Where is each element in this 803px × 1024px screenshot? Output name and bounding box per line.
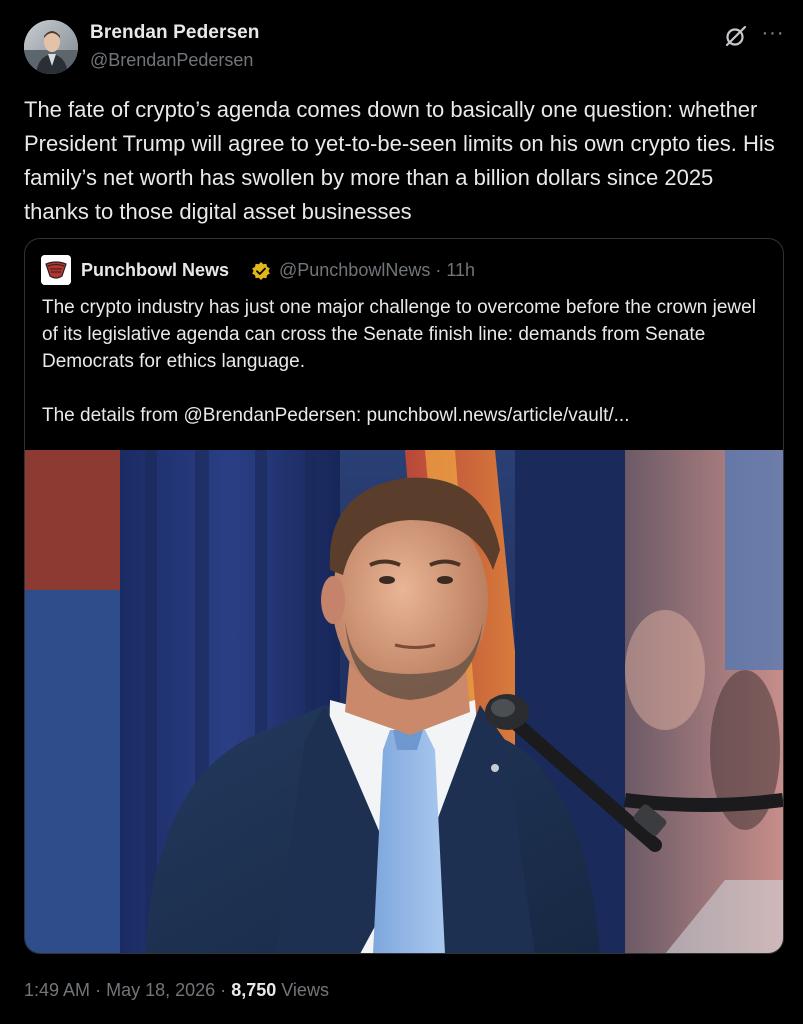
quote-text: The crypto industry has just one major c… [42, 297, 756, 372]
tweet: Brendan Pedersen @BrendanPedersen ··· Th… [0, 0, 803, 1024]
quote-meta-separator: · [435, 260, 442, 280]
author-name[interactable]: Brendan Pedersen [90, 22, 260, 44]
quote-timestamp[interactable]: 11h [446, 260, 475, 280]
post-date[interactable]: May 18, 2026 [106, 980, 215, 1000]
post-time[interactable]: 1:49 AM [24, 980, 90, 1000]
author-handle[interactable]: @BrendanPedersen [90, 50, 253, 71]
tweet-footer: 1:49 AM · May 18, 2026 · 8,750 Views [24, 980, 329, 1001]
verified-badge-glyph [252, 262, 270, 280]
quote-details-link[interactable]: The details from @BrendanPedersen: punch… [42, 402, 772, 429]
quoted-tweet-card[interactable]: Punchbowl News @PunchbowlNews · 11h The … [24, 238, 784, 954]
quote-photo[interactable] [25, 450, 783, 953]
tweet-text: The fate of crypto’s agenda comes down t… [24, 97, 775, 224]
more-icon[interactable]: ··· [760, 22, 786, 46]
views-label: Views [281, 980, 329, 1000]
punchbowl-logo-glyph [41, 255, 71, 285]
punchbowl-logo-icon[interactable] [41, 255, 71, 285]
quote-meta: @PunchbowlNews · 11h [279, 260, 475, 281]
quote-author-handle[interactable]: @PunchbowlNews [279, 260, 430, 280]
grok-icon[interactable] [724, 24, 748, 48]
footer-separator: · [95, 980, 102, 1000]
quote-author-name[interactable]: Punchbowl News [81, 260, 229, 281]
verified-badge-icon [251, 261, 271, 281]
footer-separator: · [220, 980, 227, 1000]
views-count: 8,750 [231, 980, 277, 1000]
author-avatar-image [24, 20, 78, 74]
author-avatar[interactable] [24, 20, 78, 74]
speaker-photo [25, 450, 783, 953]
grok-icon-glyph [725, 25, 747, 47]
